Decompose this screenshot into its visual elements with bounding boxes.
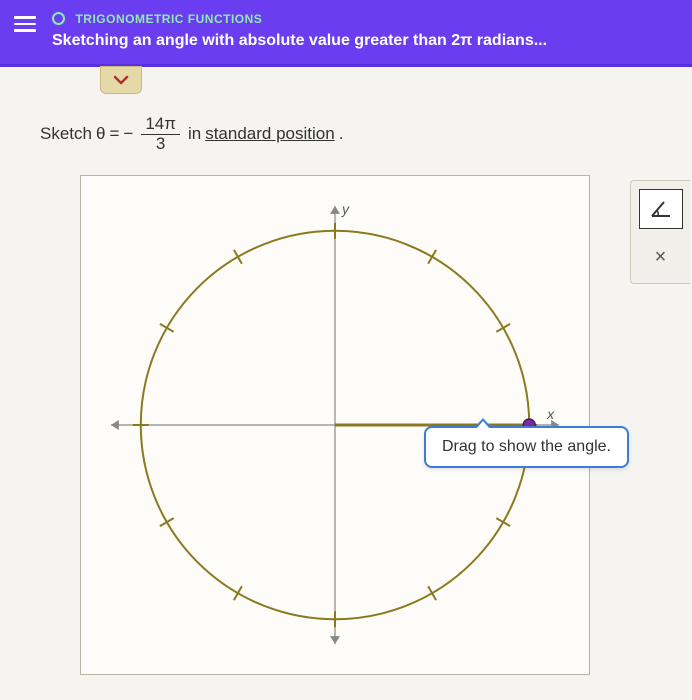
content: Sketch θ = − 14π 3 in standard position.…	[0, 67, 692, 685]
prompt-equals: =	[109, 124, 119, 144]
angle-tool-button[interactable]	[639, 189, 683, 229]
angle-plot[interactable]: x y	[81, 176, 589, 674]
header: TRIGONOMETRIC FUNCTIONS Sketching an ang…	[0, 0, 692, 67]
drag-tooltip: Drag to show the angle.	[424, 426, 629, 468]
sketch-canvas[interactable]: x y Drag to show the angle.	[80, 175, 590, 675]
chevron-down-icon	[113, 74, 129, 86]
menu-icon[interactable]	[14, 10, 36, 32]
prompt-period: .	[339, 124, 344, 144]
problem-prompt: Sketch θ = − 14π 3 in standard position.	[40, 115, 672, 153]
fraction-denominator: 3	[152, 135, 169, 154]
y-axis-label: y	[341, 201, 350, 217]
close-tool-button[interactable]: ×	[639, 239, 683, 275]
category-label: TRIGONOMETRIC FUNCTIONS	[75, 12, 262, 26]
standard-position-link[interactable]: standard position	[205, 124, 334, 144]
prompt-theta: θ	[96, 124, 105, 144]
prompt-fraction: 14π 3	[141, 115, 180, 153]
status-ring-icon	[52, 12, 65, 25]
prompt-lead: Sketch	[40, 124, 92, 144]
expand-chevron-button[interactable]	[100, 66, 142, 94]
close-icon: ×	[655, 246, 667, 269]
title-block: TRIGONOMETRIC FUNCTIONS Sketching an ang…	[52, 10, 678, 50]
prompt-neg: −	[123, 124, 133, 144]
tool-panel: ×	[630, 180, 690, 284]
page-title: Sketching an angle with absolute value g…	[52, 32, 678, 50]
angle-icon	[648, 198, 674, 220]
fraction-numerator: 14π	[141, 115, 180, 135]
x-axis-label: x	[546, 406, 555, 422]
prompt-in: in	[188, 124, 201, 144]
